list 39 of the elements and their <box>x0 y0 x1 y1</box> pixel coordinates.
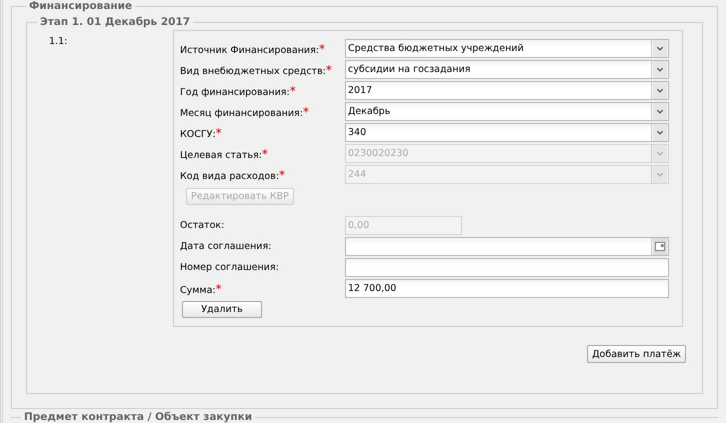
field-label: Месяц финансирования:* <box>180 104 310 118</box>
required-mark: * <box>302 104 309 118</box>
field-label: Код вида расходов:* <box>180 168 286 182</box>
field-label: Целевая статья:* <box>180 146 269 160</box>
dropdown-field[interactable]: 340 <box>345 123 669 142</box>
dropdown-field[interactable]: субсидии на госзадания <box>345 60 669 79</box>
field-label: КОСГУ:* <box>180 126 223 140</box>
add-payment-button[interactable]: Добавить платёж <box>587 345 686 363</box>
field-label: Остаток: <box>180 220 226 231</box>
field-label: Номер соглашения: <box>180 262 280 273</box>
input-field[interactable] <box>345 258 669 277</box>
required-mark: * <box>279 168 286 182</box>
required-mark: * <box>262 146 268 160</box>
field-label: Сумма:* <box>180 282 223 296</box>
dropdown-field[interactable]: Средства бюджетных учреждений <box>345 39 669 58</box>
item-number: 1.1: <box>48 35 68 49</box>
field-label: Вид внебюджетных средств:* <box>180 62 333 76</box>
dropdown-arrow-icon[interactable] <box>651 40 668 57</box>
date-field[interactable] <box>345 237 669 256</box>
section-legend: Предмет контракта / Объект закупки <box>21 411 256 423</box>
field-label: Источник Финансирования:* <box>180 42 326 56</box>
calendar-icon[interactable] <box>651 238 668 255</box>
required-mark: * <box>326 62 332 76</box>
required-mark: * <box>216 126 222 140</box>
dropdown-field[interactable]: Декабрь <box>345 102 669 121</box>
required-mark: * <box>319 42 325 56</box>
dropdown-field[interactable]: 2017 <box>345 81 669 100</box>
field-label: Дата соглашения: <box>180 241 272 252</box>
section-legend: Финансирование <box>26 0 136 12</box>
stage-legend: Этап 1. 01 Декабрь 2017 <box>37 16 194 28</box>
dropdown-arrow-icon[interactable] <box>651 82 668 99</box>
required-mark: * <box>216 282 222 296</box>
dropdown-arrow-icon[interactable] <box>651 124 668 141</box>
dropdown-arrow-icon[interactable] <box>651 61 668 78</box>
required-mark: * <box>290 84 296 98</box>
input-field[interactable]: 12 700,00 <box>345 279 669 298</box>
dropdown-arrow-icon[interactable] <box>651 103 668 120</box>
delete-button[interactable]: Удалить <box>182 301 262 318</box>
field-label: Год финансирования:* <box>180 84 297 98</box>
